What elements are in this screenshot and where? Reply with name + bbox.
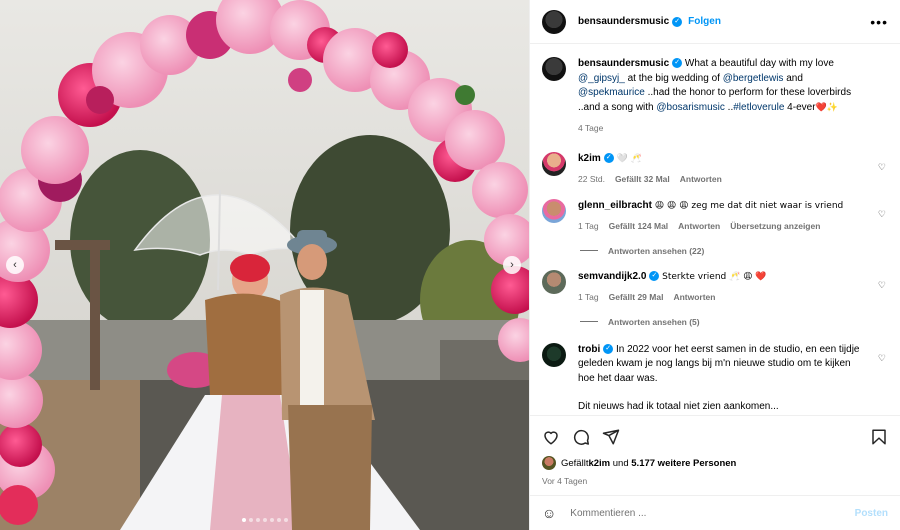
comment-text: 🤍 🥂 [616, 153, 642, 164]
comment-username[interactable]: glenn_eilbracht [578, 200, 652, 211]
comment-text: In 2022 voor het eerst samen in de studi… [578, 343, 860, 384]
comments-list[interactable]: bensaundersmusic ✓ What a beautiful day w… [530, 45, 900, 415]
comment-likes-link[interactable]: Gefällt 32 Mal [615, 172, 670, 187]
comment-input[interactable] [570, 507, 855, 519]
caption-time: 4 Tage [578, 123, 604, 133]
caption-emoji: ❤️✨ [815, 102, 838, 113]
mention-link[interactable]: @bergetlewis [723, 73, 784, 84]
comment-item: trobi ✓ In 2022 voor het eerst samen in d… [542, 342, 888, 415]
carousel-dot [283, 518, 288, 522]
avatar[interactable] [542, 269, 566, 294]
carousel-dot [269, 518, 274, 522]
comment-text: Sterkte vriend 🥂 😩 ❤️ [662, 271, 767, 282]
comment-like-icon[interactable]: ♡ [878, 353, 886, 364]
caption-text: .. [724, 101, 734, 113]
comment-item: semvandijk2.0 ✓ Sterkte vriend 🥂 😩 ❤️ 1 T… [542, 269, 888, 305]
carousel-dot [276, 518, 281, 522]
caption-text: at the big wedding of [624, 72, 723, 84]
bookmark-icon[interactable] [870, 428, 888, 446]
share-icon[interactable] [602, 428, 620, 446]
likes-count-link[interactable]: 5.177 weitere Personen [631, 458, 736, 469]
mention-link[interactable]: @_gipsyj_ [578, 73, 625, 84]
follow-button[interactable]: Folgen [688, 16, 721, 27]
avatar[interactable] [542, 9, 566, 34]
view-replies-label: Antworten ansehen (5) [608, 316, 700, 327]
comment-time: 1 Tag [578, 221, 599, 231]
header-username[interactable]: bensaundersmusic [578, 16, 669, 27]
more-options-icon[interactable]: ••• [870, 14, 888, 30]
avatar[interactable] [542, 198, 566, 223]
comment-username[interactable]: semvandijk2.0 [578, 271, 646, 282]
view-replies-label: Antworten ansehen (22) [608, 245, 705, 256]
comment-like-icon[interactable]: ♡ [878, 209, 886, 220]
carousel-dot [248, 518, 253, 522]
reply-button[interactable]: Antworten [678, 219, 720, 234]
comment-item: glenn_eilbracht 😩 😩 😩 zeg me dat dit nie… [542, 198, 888, 234]
post-photo[interactable]: ‹ › [0, 0, 529, 530]
verified-icon: ✓ [603, 343, 614, 354]
likes-prefix: Gefällt [561, 457, 589, 469]
avatar[interactable] [542, 151, 566, 176]
avatar[interactable] [542, 57, 566, 81]
action-bar: Gefällt k2im und 5.177 weitere Personen … [530, 415, 900, 490]
comment-icon[interactable] [572, 428, 590, 446]
caption-username[interactable]: bensaundersmusic [578, 58, 669, 69]
caption-text: What a beautiful day with my love [682, 58, 834, 69]
reply-button[interactable]: Antworten [680, 172, 722, 187]
verified-icon: ✓ [603, 152, 614, 163]
post-sidebar: bensaundersmusic ✓ Folgen ••• bensaunder… [529, 0, 900, 530]
comment-item: k2im ✓ 🤍 🥂 22 Std. Gefällt 32 Mal Antwort… [542, 151, 888, 187]
post-time: Vor 4 Tagen [542, 476, 588, 486]
comment-text: 😩 😩 😩 zeg me dat dit niet waar is vriend [654, 200, 844, 211]
heart-icon[interactable] [542, 428, 560, 446]
comment-username[interactable]: k2im [578, 153, 601, 164]
likes-middle: und [610, 457, 632, 469]
comment-time: 22 Std. [578, 174, 605, 184]
post-header: bensaundersmusic ✓ Folgen ••• [530, 0, 900, 44]
verified-icon: ✓ [672, 16, 683, 27]
likes-user-link[interactable]: k2im [588, 458, 610, 469]
view-replies-button[interactable]: Antworten ansehen (5) [580, 317, 888, 327]
carousel-dot [255, 518, 260, 522]
caption-text: 4-ever [784, 101, 816, 113]
caption-text: and [783, 72, 803, 84]
comment-likes-link[interactable]: Gefällt 29 Mal [609, 290, 664, 305]
replies-line [580, 250, 598, 251]
comment-username[interactable]: trobi [578, 344, 600, 355]
comment-time: 1 Tag [578, 292, 599, 302]
comment-composer: ☺ Posten [530, 495, 900, 530]
reply-button[interactable]: Antworten [673, 290, 715, 305]
translate-button[interactable]: Übersetzung anzeigen [730, 219, 820, 234]
verified-icon: ✓ [649, 270, 660, 281]
comment-likes-link[interactable]: Gefällt 124 Mal [609, 219, 669, 234]
replies-line [580, 321, 598, 322]
comment-like-icon[interactable]: ♡ [878, 280, 886, 291]
likes-summary[interactable]: Gefällt k2im und 5.177 weitere Personen [542, 456, 888, 470]
mention-link[interactable]: @spekmaurice [578, 87, 645, 98]
mention-link[interactable]: @bosarismusic [656, 102, 725, 113]
carousel-next-button[interactable]: › [503, 256, 521, 274]
caption: bensaundersmusic ✓ What a beautiful day w… [542, 57, 888, 136]
view-replies-button[interactable]: Antworten ansehen (22) [580, 246, 888, 256]
hashtag-link[interactable]: #letloverule [733, 102, 784, 113]
carousel-prev-button[interactable]: ‹ [6, 256, 24, 274]
post-button[interactable]: Posten [855, 508, 888, 519]
avatar[interactable] [542, 342, 566, 367]
wedding-photo [0, 0, 529, 530]
carousel-dot [241, 518, 246, 522]
carousel-dot [262, 518, 267, 522]
emoji-icon[interactable]: ☺ [542, 505, 556, 521]
verified-icon: ✓ [672, 58, 683, 69]
comment-text-continued: Dit nieuws had ik totaal niet zien aanko… [578, 401, 779, 412]
avatar [542, 456, 556, 470]
comment-like-icon[interactable]: ♡ [878, 162, 886, 173]
carousel-dots [0, 518, 529, 522]
